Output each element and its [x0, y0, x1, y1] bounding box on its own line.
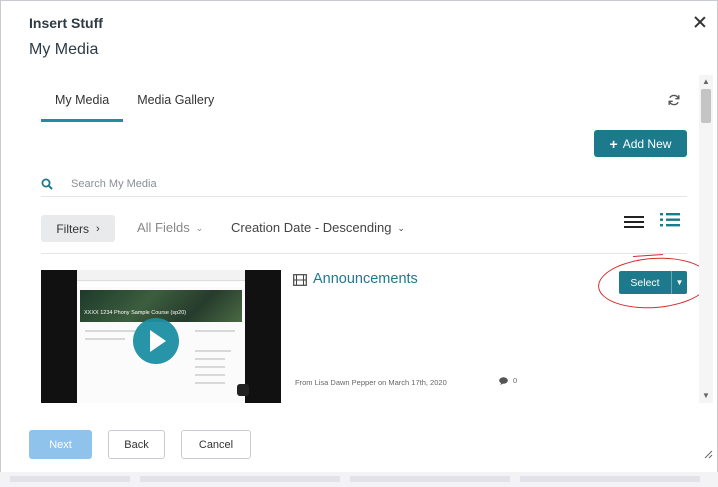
refresh-icon[interactable]	[667, 93, 681, 107]
chevron-down-icon[interactable]: ▼	[671, 271, 687, 294]
thumbnail-banner: XXXX 1234 Phony Sample Course (sp20)	[80, 290, 242, 322]
chevron-down-icon: ⌄	[397, 223, 405, 233]
thumbnail-line	[195, 330, 235, 332]
scroll-down-icon[interactable]: ▼	[702, 391, 710, 400]
filters-label: Filters	[56, 221, 89, 236]
select-split-button: Select ▼	[619, 271, 687, 294]
field-dropdown[interactable]: All Fields ⌄	[137, 220, 203, 235]
search-input[interactable]	[71, 177, 471, 190]
stop-icon	[237, 384, 249, 396]
detail-view-icon[interactable]	[659, 211, 681, 229]
resize-icon[interactable]	[703, 449, 713, 459]
search-icon	[41, 178, 53, 190]
thumbnail-topbar	[77, 270, 245, 281]
chevron-down-icon: ⌄	[195, 223, 204, 233]
insert-stuff-dialog: Insert Stuff My Media My Media Media Gal…	[0, 0, 718, 487]
scrollbar-thumb[interactable]	[701, 89, 711, 123]
chevron-right-icon: ›	[96, 222, 100, 235]
plus-icon: +	[609, 135, 618, 152]
thumbnail-course-title: XXXX 1234 Phony Sample Course (sp20)	[84, 310, 187, 316]
thumbnail-line	[195, 350, 231, 352]
add-new-button[interactable]: + Add New	[594, 130, 687, 157]
entry-meta: From Lisa Dawn Pepper on March 17th, 202…	[295, 378, 447, 387]
list-view-icon[interactable]	[623, 213, 645, 231]
comment-count: 0	[499, 376, 517, 385]
thumbnail-line	[85, 330, 135, 332]
media-thumbnail[interactable]: XXXX 1234 Phony Sample Course (sp20)	[41, 270, 281, 403]
dialog-title: Insert Stuff	[29, 15, 103, 31]
comment-icon	[499, 376, 508, 385]
back-button[interactable]: Back	[108, 430, 165, 459]
thumbnail-line	[85, 338, 125, 340]
tab-media-gallery[interactable]: Media Gallery	[123, 89, 228, 122]
media-panel: My Media Media Gallery + Add New Filters…	[23, 75, 699, 403]
vertical-scrollbar[interactable]: ▲ ▼	[699, 75, 713, 403]
strip-block	[140, 476, 340, 482]
film-icon	[293, 274, 307, 286]
tab-bar: My Media Media Gallery	[41, 89, 228, 122]
thumbnail-nav	[77, 283, 245, 287]
strip-block	[350, 476, 510, 482]
play-icon[interactable]	[133, 318, 179, 364]
comment-count-value: 0	[513, 376, 518, 385]
scroll-up-icon[interactable]: ▲	[702, 77, 710, 86]
cancel-button[interactable]: Cancel	[181, 430, 251, 459]
next-button[interactable]: Next	[29, 430, 92, 459]
dialog-subtitle: My Media	[29, 41, 99, 58]
close-icon[interactable]	[693, 15, 707, 29]
filters-button[interactable]: Filters ›	[41, 215, 115, 242]
search-bar	[41, 171, 687, 197]
add-new-label: Add New	[622, 136, 672, 151]
divider	[41, 253, 687, 254]
thumbnail-line	[195, 382, 225, 384]
select-button[interactable]: Select	[619, 271, 671, 294]
sort-dropdown-label: Creation Date - Descending	[231, 220, 392, 235]
tab-my-media[interactable]: My Media	[41, 89, 124, 122]
strip-block	[520, 476, 700, 482]
entry-title-link[interactable]: Announcements	[313, 271, 418, 287]
background-page-strip	[0, 472, 718, 487]
field-dropdown-label: All Fields	[137, 220, 190, 235]
thumbnail-line	[195, 358, 225, 360]
strip-block	[10, 476, 130, 482]
thumbnail-line	[195, 366, 225, 368]
sort-dropdown[interactable]: Creation Date - Descending ⌄	[231, 220, 405, 235]
thumbnail-line	[195, 374, 225, 376]
